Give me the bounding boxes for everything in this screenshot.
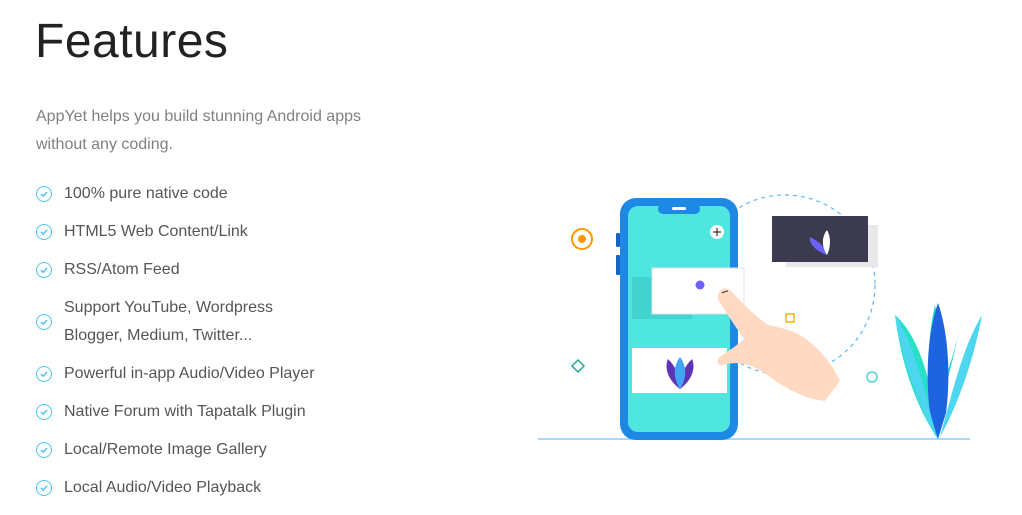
- feature-item: RSS/Atom Feed: [36, 256, 315, 284]
- page-title: Features: [35, 15, 229, 68]
- phone-side-button: [616, 255, 620, 275]
- feature-label-multiline: Support YouTube, Wordpress Blogger, Medi…: [64, 294, 273, 350]
- feature-item: Native Forum with Tapatalk Plugin: [36, 398, 315, 426]
- feature-item: 100% pure native code: [36, 180, 315, 208]
- cyan-ring: [866, 371, 878, 383]
- feature-item: Local/Remote Image Gallery: [36, 436, 315, 464]
- check-circle-icon: [36, 442, 52, 458]
- feature-item: HTML5 Web Content/Link: [36, 218, 315, 246]
- feature-label: RSS/Atom Feed: [64, 261, 180, 278]
- orange-dot: [578, 235, 586, 243]
- check-circle-icon: [36, 262, 52, 278]
- feature-item: Local Audio/Video Playback: [36, 474, 315, 502]
- feature-label: Local/Remote Image Gallery: [64, 441, 267, 458]
- teal-diamond: [570, 358, 586, 374]
- feature-label-line2: Blogger, Medium, Twitter...: [64, 327, 253, 344]
- feature-label: HTML5 Web Content/Link: [64, 223, 248, 240]
- check-circle-icon: [36, 480, 52, 496]
- feature-item: Support YouTube, Wordpress Blogger, Medi…: [36, 294, 315, 350]
- check-circle-icon: [36, 314, 52, 330]
- check-circle-icon: [36, 404, 52, 420]
- phone-speaker: [672, 207, 686, 210]
- check-circle-icon: [36, 366, 52, 382]
- intro-text: AppYet helps you build stunning Android …: [36, 108, 361, 153]
- feature-label: Local Audio/Video Playback: [64, 479, 262, 496]
- feature-label: Native Forum with Tapatalk Plugin: [64, 403, 306, 420]
- check-circle-icon: [36, 224, 52, 240]
- feature-label: 100% pure native code: [64, 185, 228, 202]
- feature-label-line1: Support YouTube, Wordpress: [64, 299, 274, 316]
- feature-item: Powerful in-app Audio/Video Player: [36, 360, 315, 388]
- yellow-square: [785, 313, 795, 323]
- phone-hand-illustration: [538, 194, 982, 440]
- dark-card: [772, 216, 868, 262]
- feature-list: 100% pure native code HTML5 Web Content/…: [36, 180, 315, 512]
- check-circle-icon: [36, 186, 52, 202]
- phone-side-button: [616, 233, 620, 247]
- purple-dot: [695, 280, 705, 290]
- feature-label: Powerful in-app Audio/Video Player: [64, 365, 315, 382]
